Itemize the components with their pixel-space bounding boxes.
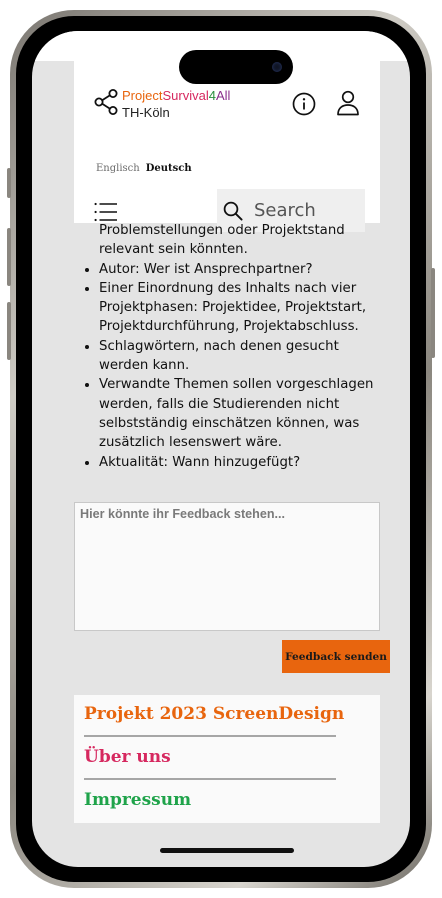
feedback-placeholder: Hier könnte ihr Feedback stehen... bbox=[80, 507, 286, 521]
language-english[interactable]: Englisch bbox=[96, 163, 140, 174]
camera-icon bbox=[272, 62, 282, 72]
requirements-list: Autor: Wer ist Ansprechpartner? Einer Ei… bbox=[74, 260, 384, 472]
list-item: Aktualität: Wann hinzugefügt? bbox=[99, 453, 384, 472]
list-item: Schlagwörtern, nach denen gesucht werden… bbox=[99, 337, 384, 376]
list-item: Autor: Wer ist Ansprechpartner? bbox=[99, 260, 384, 279]
footer-link-impressum[interactable]: Impressum bbox=[84, 790, 191, 810]
footer-link-projekt[interactable]: Projekt 2023 ScreenDesign bbox=[84, 704, 344, 724]
footer-divider bbox=[84, 735, 336, 737]
feedback-textarea[interactable]: Hier könnte ihr Feedback stehen... bbox=[74, 502, 380, 631]
info-icon[interactable] bbox=[292, 92, 316, 120]
user-icon[interactable] bbox=[336, 90, 360, 120]
phone-bezel: ProjectSurvival4All TH-Köln Englisch Deu… bbox=[16, 16, 426, 882]
list-item: Verwandte Themen sollen vorgeschlagen we… bbox=[99, 375, 384, 452]
home-indicator[interactable] bbox=[160, 848, 294, 853]
site-footer: Projekt 2023 ScreenDesign Über uns Impre… bbox=[74, 695, 380, 823]
list-continuation: Problemstellungen oder Projektstand rele… bbox=[99, 223, 345, 258]
dynamic-island bbox=[179, 50, 293, 84]
language-deutsch[interactable]: Deutsch bbox=[146, 163, 192, 174]
phone-frame: ProjectSurvival4All TH-Köln Englisch Deu… bbox=[7, 10, 435, 888]
footer-link-ueber-uns[interactable]: Über uns bbox=[84, 747, 171, 767]
site-header: ProjectSurvival4All TH-Köln Englisch Deu… bbox=[74, 61, 380, 232]
article-content: Problemstellungen oder Projektstand rele… bbox=[74, 221, 384, 472]
power-button bbox=[431, 268, 435, 358]
language-switcher: Englisch Deutsch bbox=[96, 163, 192, 174]
logo-four: 4 bbox=[208, 88, 216, 103]
volume-down-button bbox=[7, 302, 11, 360]
screen: ProjectSurvival4All TH-Köln Englisch Deu… bbox=[32, 31, 410, 867]
logo-project: Project bbox=[122, 88, 163, 103]
logo-subtitle: TH-Köln bbox=[122, 105, 170, 120]
feedback-send-button[interactable]: Feedback senden bbox=[282, 640, 390, 673]
action-button bbox=[7, 168, 11, 198]
list-item: Einer Einordnung des Inhalts nach vier P… bbox=[99, 279, 384, 337]
site-logo[interactable]: ProjectSurvival4All TH-Köln bbox=[122, 87, 230, 121]
footer-divider bbox=[84, 778, 336, 780]
share-icon[interactable] bbox=[94, 89, 118, 119]
logo-all: All bbox=[215, 88, 231, 103]
volume-up-button bbox=[7, 228, 11, 286]
logo-survival: Survival bbox=[162, 88, 209, 103]
search-input[interactable]: Search bbox=[254, 200, 316, 221]
